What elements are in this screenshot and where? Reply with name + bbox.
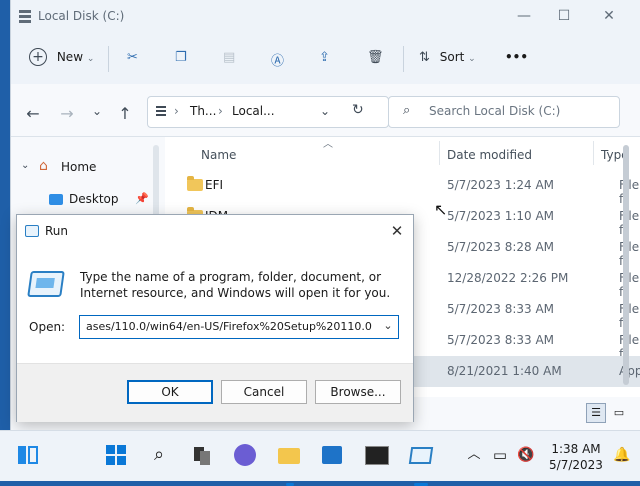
ok-button[interactable]: OK: [127, 380, 213, 404]
clock-time: 1:38 AM: [551, 442, 601, 456]
file-date: 8/21/2021 1:40 AM: [447, 364, 562, 378]
new-label: New: [56, 50, 84, 64]
table-row[interactable]: EFI 5/7/2023 1:24 AM File f: [165, 170, 640, 206]
file-explorer-taskbar-icon[interactable]: [273, 439, 305, 486]
back-arrow-icon[interactable]: ←: [23, 104, 43, 123]
window-title: Local Disk (C:): [38, 9, 125, 23]
clock-date: 5/7/2023: [549, 458, 603, 472]
copy-icon[interactable]: ❐: [175, 50, 187, 65]
home-icon: ⌂: [39, 158, 48, 174]
delete-icon[interactable]: 🗑: [367, 50, 384, 65]
browse-button[interactable]: Browse...: [315, 380, 401, 404]
recent-locations-icon[interactable]: ⌄: [87, 104, 107, 118]
file-date: 5/7/2023 8:33 AM: [447, 302, 555, 316]
search-icon: ⌕: [403, 103, 411, 118]
maximize-button[interactable]: ☐: [551, 6, 577, 26]
close-icon[interactable]: ✕: [385, 220, 409, 242]
expand-chevron-icon[interactable]: ⌄: [21, 160, 29, 171]
new-button[interactable]: + New ⌄: [29, 48, 94, 66]
address-bar[interactable]: › Th... › Local... ⌄ ↻: [147, 96, 389, 128]
rename-icon[interactable]: Ⓐ: [271, 50, 284, 69]
open-combobox[interactable]: ases/110.0/win64/en-US/Firefox%20Setup%2…: [79, 315, 399, 339]
open-label: Open:: [29, 320, 66, 334]
file-date: 5/7/2023 1:24 AM: [447, 178, 555, 192]
forward-arrow-icon[interactable]: →: [57, 104, 77, 123]
search-icon[interactable]: ⌕: [143, 439, 175, 471]
drive-icon: [19, 10, 31, 23]
up-arrow-icon[interactable]: ↑: [115, 104, 135, 123]
tiles-view-icon[interactable]: ▭: [609, 403, 629, 423]
chevron-down-icon[interactable]: ⌄: [380, 319, 396, 332]
command-bar: + New ⌄ ✂ ❐ ▤ Ⓐ ⇪ 🗑 ⇅ Sort ⌄ •••: [11, 34, 640, 84]
plus-icon: +: [29, 48, 47, 66]
chevron-down-icon: ⌄: [468, 54, 476, 64]
column-header-name[interactable]: Name: [201, 148, 236, 162]
chevron-down-icon[interactable]: ⌄: [320, 104, 330, 118]
file-name: EFI: [205, 178, 224, 192]
dialog-title: Run: [45, 224, 69, 238]
store-icon[interactable]: [316, 439, 348, 471]
file-date: 12/28/2022 2:26 PM: [447, 271, 569, 285]
share-icon[interactable]: ⇪: [319, 50, 330, 65]
open-input-value[interactable]: ases/110.0/win64/en-US/Firefox%20Setup%2…: [86, 320, 372, 333]
refresh-icon[interactable]: ↻: [352, 102, 364, 118]
file-date: 5/7/2023 8:33 AM: [447, 333, 555, 347]
column-divider: [593, 141, 594, 165]
sidebar-item-home[interactable]: Home: [61, 160, 96, 174]
run-icon: [25, 225, 39, 237]
dialog-title-bar[interactable]: Run ✕: [17, 215, 413, 247]
sort-icon: ⇅: [419, 50, 430, 65]
file-list-scrollbar[interactable]: [623, 145, 629, 385]
address-row: ← → ⌄ ↑ › Th... › Local... ⌄ ↻ ⌕ Search …: [11, 84, 640, 137]
run-taskbar-icon[interactable]: [404, 439, 436, 486]
paste-icon[interactable]: ▤: [223, 50, 235, 65]
breadcrumb-item[interactable]: Th...: [190, 104, 216, 118]
toolbar-divider: [403, 46, 404, 72]
search-placeholder: Search Local Disk (C:): [429, 104, 561, 118]
run-dialog: Run ✕ Type the name of a program, folder…: [16, 214, 414, 422]
run-program-icon: [27, 271, 65, 297]
sort-button[interactable]: ⇅ Sort ⌄: [419, 50, 476, 65]
more-options-button[interactable]: •••: [505, 50, 528, 64]
column-divider: [439, 141, 440, 165]
chevron-down-icon: ⌄: [86, 54, 95, 64]
start-icon[interactable]: [100, 439, 132, 471]
breadcrumb-separator: ›: [174, 104, 179, 118]
title-bar[interactable]: Local Disk (C:) — ☐ ✕: [11, 0, 640, 34]
chat-icon[interactable]: [229, 439, 261, 471]
dialog-footer: OK Cancel Browse...: [17, 363, 413, 422]
sort-label: Sort: [439, 50, 465, 64]
column-header-date[interactable]: Date modified: [447, 148, 532, 162]
file-date: 5/7/2023 1:10 AM: [447, 209, 555, 223]
taskbar: ⌕ ︿ ▭ 🔇 1:38 AM 5/7/2023 🔔: [0, 430, 640, 486]
close-button[interactable]: ✕: [596, 6, 622, 26]
toolbar-divider: [108, 46, 109, 72]
details-view-icon[interactable]: ☰: [586, 403, 606, 423]
sidebar-item-desktop[interactable]: Desktop: [69, 192, 119, 206]
system-clock[interactable]: 1:38 AM 5/7/2023: [546, 441, 606, 473]
breadcrumb-item[interactable]: Local...: [232, 104, 275, 118]
task-view-icon[interactable]: [186, 439, 218, 471]
sort-ascending-icon: ︿: [323, 139, 333, 150]
dialog-body: Type the name of a program, folder, docu…: [17, 247, 413, 363]
widgets-icon[interactable]: [12, 439, 44, 471]
file-date: 5/7/2023 8:28 AM: [447, 240, 555, 254]
drive-icon: [156, 106, 166, 116]
dialog-description: Type the name of a program, folder, docu…: [80, 270, 391, 300]
cancel-button[interactable]: Cancel: [221, 380, 307, 404]
desktop-icon: [49, 194, 63, 205]
mouse-cursor-icon: ↖: [434, 200, 448, 219]
search-field[interactable]: ⌕ Search Local Disk (C:): [388, 96, 620, 128]
breadcrumb-separator: ›: [218, 104, 223, 118]
volume-muted-icon[interactable]: 🔇: [510, 439, 542, 471]
notification-icon[interactable]: 🔔: [606, 439, 638, 471]
pin-icon: 📌: [135, 192, 149, 205]
cut-icon[interactable]: ✂: [127, 50, 138, 65]
minimize-button[interactable]: —: [511, 6, 537, 26]
terminal-icon[interactable]: [360, 439, 392, 471]
folder-icon: [187, 176, 203, 191]
